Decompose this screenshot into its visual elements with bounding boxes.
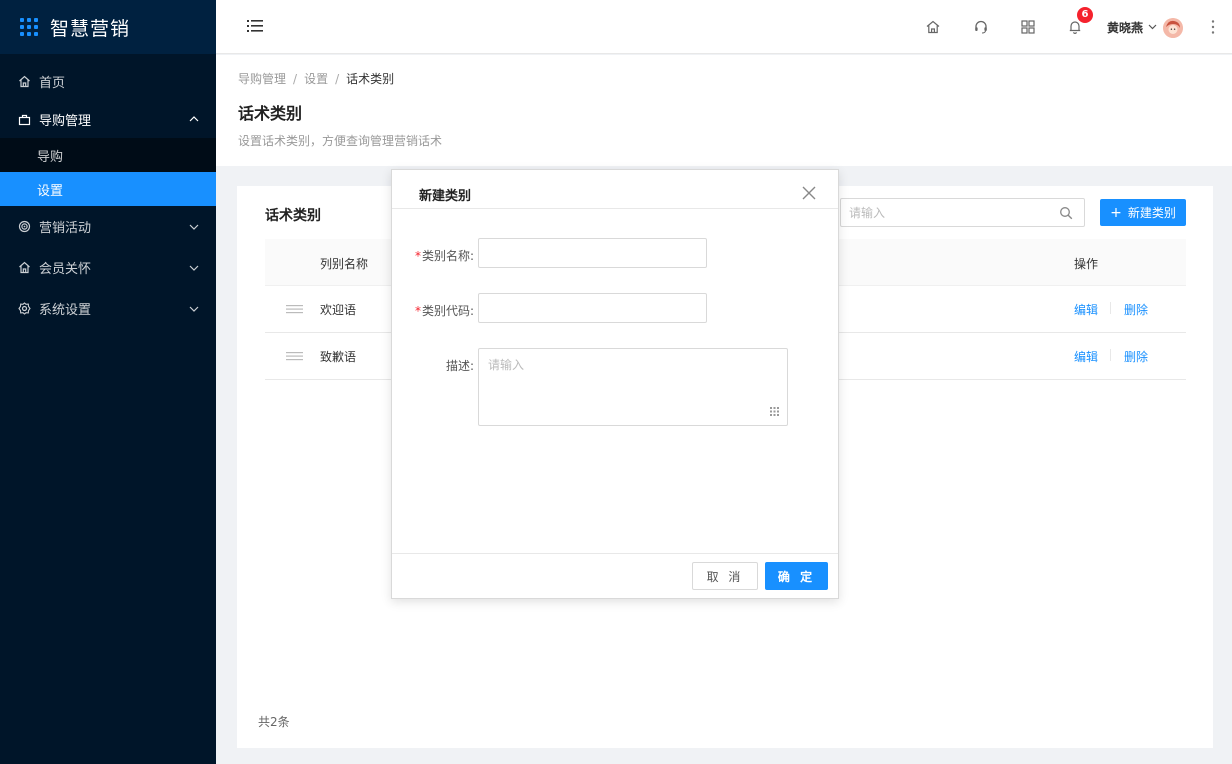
- modal-header: 新建类别: [392, 170, 838, 209]
- new-category-modal: 新建类别 *类别名称: *类别代码: 描述: 取 消 确 定: [391, 169, 839, 599]
- sidebar-item-guide-management[interactable]: 导购管理: [0, 100, 216, 138]
- column-header-name: 列别名称: [320, 257, 369, 271]
- more-vertical-icon[interactable]: [1211, 19, 1215, 35]
- chevron-down-icon: [189, 306, 199, 312]
- home-icon: [18, 75, 31, 88]
- page-title: 话术类别: [238, 104, 303, 123]
- search-input[interactable]: [849, 204, 1049, 222]
- chevron-down-icon: [189, 265, 199, 271]
- page-description: 设置话术类别，方便查询管理营销话术: [238, 134, 443, 148]
- brand: 智慧营销: [0, 0, 216, 54]
- bag-icon: [18, 113, 31, 126]
- action-divider: [1110, 302, 1111, 314]
- category-name-input[interactable]: [478, 238, 707, 268]
- description-label: 描述:: [445, 359, 474, 373]
- close-icon[interactable]: [802, 186, 816, 200]
- app-title: 智慧营销: [50, 17, 131, 40]
- resize-grip-icon[interactable]: [769, 406, 780, 417]
- user-name[interactable]: 黄晓燕: [1107, 19, 1143, 36]
- drag-handle-icon[interactable]: [286, 304, 303, 314]
- sidebar-menu: 首页 导购管理 导购 设置 营销活动 会员关怀 系统设置: [0, 54, 216, 329]
- delete-link[interactable]: 删除: [1124, 301, 1148, 318]
- sidebar-item-system-settings[interactable]: 系统设置: [0, 288, 216, 329]
- avatar[interactable]: [1163, 18, 1183, 38]
- gear-icon: [18, 302, 31, 315]
- confirm-button[interactable]: 确 定: [765, 562, 828, 590]
- breadcrumb-item[interactable]: 设置: [304, 72, 328, 86]
- breadcrumb-item[interactable]: 导购管理: [238, 72, 286, 86]
- category-name-label: *类别名称:: [414, 249, 474, 263]
- plus-icon: +: [1110, 204, 1122, 221]
- search-icon[interactable]: [1059, 206, 1073, 220]
- delete-link[interactable]: 删除: [1124, 348, 1148, 365]
- menu-toggle-icon[interactable]: [247, 19, 263, 33]
- total-count: 共2条: [258, 715, 290, 729]
- page-header: 导购管理 / 设置 / 话术类别 话术类别 设置话术类别，方便查询管理营销话术: [216, 55, 1232, 166]
- row-name: 欢迎语: [320, 303, 357, 317]
- breadcrumb-current: 话术类别: [346, 72, 395, 86]
- new-category-button[interactable]: + 新建类别: [1100, 199, 1186, 226]
- modal-title: 新建类别: [419, 189, 472, 204]
- chevron-up-icon: [189, 116, 199, 122]
- description-textarea[interactable]: [478, 348, 788, 426]
- chevron-down-icon[interactable]: [1148, 24, 1157, 30]
- required-mark: *: [414, 304, 421, 318]
- breadcrumb-separator: /: [293, 72, 298, 86]
- edit-link[interactable]: 编辑: [1074, 348, 1098, 365]
- modal-footer: 取 消 确 定: [392, 553, 838, 599]
- headset-icon[interactable]: [973, 19, 989, 35]
- cancel-button[interactable]: 取 消: [692, 562, 758, 590]
- row-name: 致歉语: [320, 350, 357, 364]
- target-icon: [18, 220, 31, 233]
- search-field[interactable]: [840, 198, 1085, 227]
- sidebar: 智慧营销 首页 导购管理 导购 设置 营销活动 会员关怀 系统设置: [0, 0, 216, 764]
- sidebar-item-home[interactable]: 首页: [0, 62, 216, 100]
- category-code-input[interactable]: [478, 293, 707, 323]
- submenu-guide-management: 导购 设置: [0, 138, 216, 206]
- sidebar-item-member-care[interactable]: 会员关怀: [0, 247, 216, 288]
- category-code-label: *类别代码:: [414, 304, 474, 318]
- edit-link[interactable]: 编辑: [1074, 301, 1098, 318]
- required-mark: *: [414, 249, 421, 263]
- chevron-down-icon: [189, 224, 199, 230]
- apps-icon[interactable]: [1020, 19, 1036, 35]
- notification-badge: 6: [1077, 7, 1093, 23]
- home-icon[interactable]: [925, 19, 941, 35]
- sidebar-item-guide[interactable]: 导购: [0, 138, 216, 172]
- home-icon: [18, 261, 31, 274]
- sidebar-item-marketing[interactable]: 营销活动: [0, 206, 216, 247]
- card-title: 话术类别: [265, 208, 321, 224]
- action-divider: [1110, 349, 1111, 361]
- breadcrumb: 导购管理 / 设置 / 话术类别: [238, 70, 394, 87]
- top-header: 6 黄晓燕: [216, 0, 1232, 54]
- sidebar-item-settings-active[interactable]: 设置: [0, 172, 216, 206]
- column-header-action: 操作: [1074, 257, 1099, 271]
- breadcrumb-separator: /: [335, 72, 340, 86]
- drag-handle-icon[interactable]: [286, 351, 303, 361]
- apps-grid-icon: [20, 18, 38, 36]
